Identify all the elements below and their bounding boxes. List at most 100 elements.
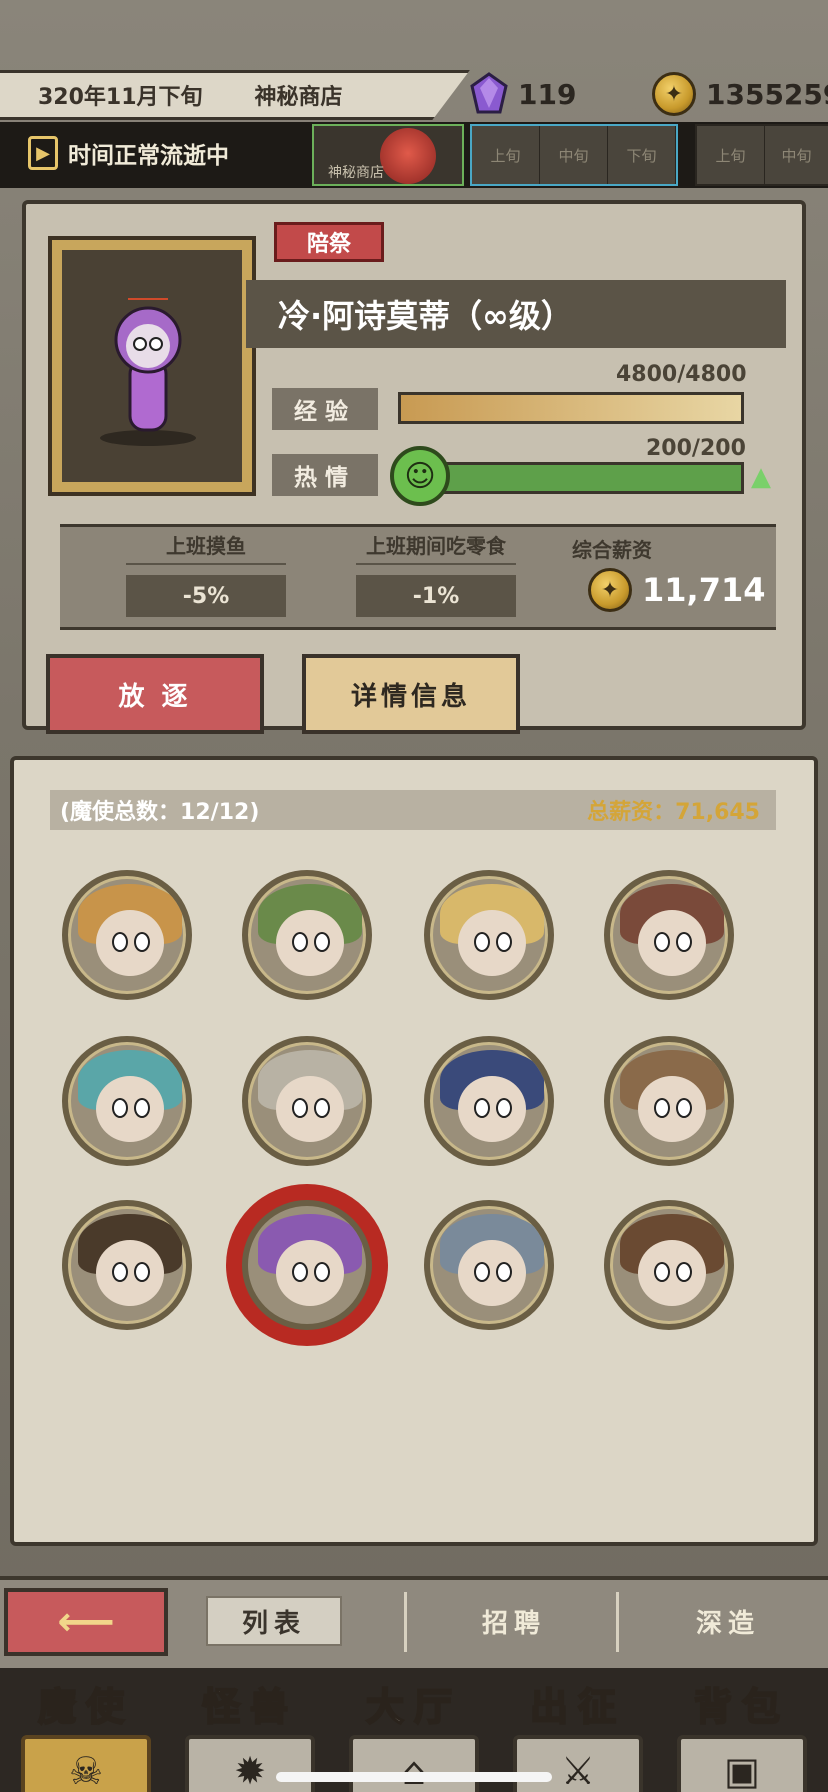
period-cell[interactable]: 中旬 xyxy=(765,126,828,184)
salary-label: 综合薪资 xyxy=(572,538,652,562)
avatar-face xyxy=(96,1076,164,1142)
avatar-eye xyxy=(134,1098,150,1118)
avatar-eye xyxy=(676,1098,692,1118)
avatar-eye xyxy=(112,1098,128,1118)
tab-list[interactable]: 列表 xyxy=(206,1596,342,1646)
avatar-face xyxy=(638,910,706,976)
detail-info-button[interactable]: 详情信息 xyxy=(302,654,520,734)
roster-avatar[interactable] xyxy=(604,1036,734,1166)
avatar-eye xyxy=(474,1262,490,1282)
coin-icon: ✦ xyxy=(652,72,696,116)
roster-avatar[interactable] xyxy=(424,1036,554,1166)
period-cell[interactable]: 上旬 xyxy=(697,126,765,184)
tab-recruit[interactable]: 招聘 xyxy=(446,1596,582,1646)
exp-bar xyxy=(398,392,744,424)
passion-value: 200/200 xyxy=(646,436,746,461)
home-indicator[interactable] xyxy=(276,1772,552,1782)
modifier-snacking: 上班期间吃零食 -1% xyxy=(356,530,516,617)
avatar-face xyxy=(458,1076,526,1142)
nav-label: 背包 xyxy=(693,1684,790,1730)
modifier-value: -1% xyxy=(356,575,516,617)
nav-item-backpack[interactable]: 背包 ▣ xyxy=(662,1676,822,1792)
modifier-value: -5% xyxy=(126,575,286,617)
avatar-eye xyxy=(654,932,670,952)
game-date: 320年11月下旬 xyxy=(38,85,203,110)
avatar-eye xyxy=(474,1098,490,1118)
avatar-eye xyxy=(496,1262,512,1282)
character-name-bar: 冷·阿诗莫蒂（∞级） xyxy=(246,280,786,348)
tab-divider xyxy=(616,1592,619,1652)
avatar-eye xyxy=(292,1098,308,1118)
avatar-face xyxy=(276,1076,344,1142)
shop-thumbnail[interactable]: 神秘商店 xyxy=(312,124,464,186)
avatar-eye xyxy=(134,932,150,952)
exp-value: 4800/4800 xyxy=(616,362,747,387)
avatar-face xyxy=(638,1240,706,1306)
avatar-eye xyxy=(292,932,308,952)
coin-icon: ✦ xyxy=(588,568,632,612)
salary-display: ✦ 11,714 xyxy=(588,568,765,612)
roster-avatar[interactable] xyxy=(62,870,192,1000)
avatar-face xyxy=(276,910,344,976)
smile-icon: ☺ xyxy=(390,446,450,506)
nav-item-demons[interactable]: 魔使 ☠ xyxy=(6,1676,166,1792)
gem-count: 119 xyxy=(518,77,577,111)
avatar-face xyxy=(638,1076,706,1142)
role-badge: 陪祭 xyxy=(274,222,384,262)
modifier-title: 上班摸鱼 xyxy=(126,530,286,565)
character-portrait xyxy=(48,236,256,496)
avatar-eye xyxy=(314,1262,330,1282)
avatar-eye xyxy=(496,932,512,952)
exile-button[interactable]: 放 逐 xyxy=(46,654,264,734)
roster-avatar[interactable] xyxy=(242,1200,372,1330)
roster-avatar[interactable] xyxy=(242,1036,372,1166)
avatar-eye xyxy=(314,932,330,952)
character-name: 冷·阿诗莫蒂（∞级） xyxy=(278,297,573,335)
avatar-eye xyxy=(112,932,128,952)
gem-counter[interactable]: 119 xyxy=(470,72,576,116)
tab-divider xyxy=(404,1592,407,1652)
salary-value: 11,714 xyxy=(642,571,766,609)
period-timeline-next: 上旬 中旬 xyxy=(695,124,828,186)
expedition-icon: ⚔ xyxy=(513,1735,643,1792)
avatar-eye xyxy=(676,932,692,952)
roster-total-salary: 总薪资：71,645 xyxy=(587,800,760,825)
current-location: 神秘商店 xyxy=(254,85,343,110)
period-cell[interactable]: 上旬 xyxy=(472,126,540,184)
roster-header: (魔使总数：12/12) 总薪资：71,645 xyxy=(50,790,776,830)
avatar-eye xyxy=(474,932,490,952)
monster-icon: ✹ xyxy=(185,1735,315,1792)
exp-label: 经验 xyxy=(272,388,378,430)
period-cell[interactable]: 中旬 xyxy=(540,126,608,184)
passion-label: 热情 xyxy=(272,454,378,496)
character-sprite xyxy=(100,298,196,446)
roster-avatar[interactable] xyxy=(604,1200,734,1330)
roster-avatar[interactable] xyxy=(424,870,554,1000)
roster-count: (魔使总数：12/12) xyxy=(60,800,260,825)
avatar-eye xyxy=(654,1262,670,1282)
hall-icon: ⌂ xyxy=(349,1735,479,1792)
avatar-eye xyxy=(134,1262,150,1282)
time-status[interactable]: ▶ 时间正常流逝中 xyxy=(28,136,229,170)
nav-label: 魔使 xyxy=(37,1684,134,1730)
backpack-icon: ▣ xyxy=(677,1735,807,1792)
period-cell[interactable]: 下旬 xyxy=(608,126,676,184)
avatar-face xyxy=(96,1240,164,1306)
roster-avatar[interactable] xyxy=(62,1200,192,1330)
passion-bar-fill xyxy=(431,465,741,491)
tab-train[interactable]: 深造 xyxy=(660,1596,796,1646)
avatar-face xyxy=(276,1240,344,1306)
roster-avatar[interactable] xyxy=(604,870,734,1000)
up-arrow-icon: ▲ xyxy=(751,462,771,492)
back-button[interactable]: ⟵ xyxy=(4,1588,168,1656)
roster-avatar[interactable] xyxy=(62,1036,192,1166)
nav-label: 怪兽 xyxy=(201,1684,298,1730)
shop-thumbnail-label: 神秘商店 xyxy=(328,165,384,181)
avatar-eye xyxy=(314,1098,330,1118)
roster-avatar[interactable] xyxy=(424,1200,554,1330)
passion-bar xyxy=(428,462,744,494)
roster-avatar[interactable] xyxy=(242,870,372,1000)
avatar-eye xyxy=(292,1262,308,1282)
gold-counter[interactable]: ✦ 1355259 xyxy=(652,72,828,116)
avatar-eye xyxy=(654,1098,670,1118)
